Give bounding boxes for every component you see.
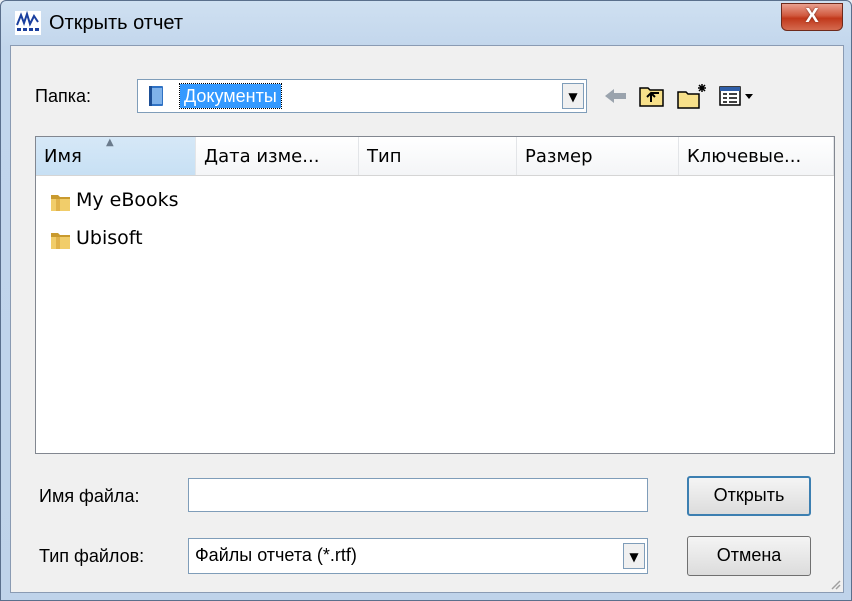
close-button[interactable]: X (781, 3, 843, 31)
cancel-button[interactable]: Отмена (687, 536, 811, 576)
documents-library-icon (149, 86, 163, 106)
list-item[interactable]: My eBooks (50, 185, 250, 219)
up-folder-icon[interactable] (637, 82, 667, 110)
title-bar[interactable]: Открыть отчет X (1, 1, 852, 45)
filename-input[interactable] (188, 478, 648, 512)
filename-label: Имя файла: (39, 486, 140, 506)
close-icon: X (805, 5, 819, 27)
chevron-down-icon: ▼ (568, 90, 578, 104)
filetype-dropdown-button[interactable]: ▼ (623, 543, 645, 569)
resize-grip-icon[interactable] (829, 578, 841, 590)
column-header-keywords[interactable]: Ключевые... (679, 137, 834, 175)
folder-icon (51, 195, 70, 211)
chevron-down-icon: ▼ (629, 550, 639, 564)
list-item-name: Ubisoft (76, 227, 143, 249)
column-header-name[interactable]: ▲ Имя (36, 137, 196, 175)
window-title: Открыть отчет (49, 12, 183, 34)
sort-ascending-icon: ▲ (106, 137, 114, 148)
folder-label: Папка: (35, 86, 91, 106)
dialog-window: Открыть отчет X Папка: Документы ▼ ▲ Имя… (0, 0, 852, 601)
back-icon[interactable] (601, 82, 631, 110)
filetype-label: Тип файлов: (39, 546, 145, 566)
list-item-name: My eBooks (76, 189, 179, 211)
view-menu-icon[interactable] (717, 82, 757, 110)
report-app-icon (15, 11, 41, 35)
list-item[interactable]: Ubisoft (50, 223, 250, 257)
dialog-client-area: Папка: Документы ▼ ▲ Имя Дата изме... Ти… (10, 45, 844, 593)
filetype-value: Файлы отчета (*.rtf) (195, 545, 357, 565)
current-folder-name: Документы (179, 83, 282, 109)
column-header-type[interactable]: Тип (359, 137, 517, 175)
file-list[interactable]: ▲ Имя Дата изме... Тип Размер Ключевые..… (35, 136, 835, 454)
column-header-date[interactable]: Дата изме... (196, 137, 359, 175)
column-header-size[interactable]: Размер (517, 137, 679, 175)
open-button[interactable]: Открыть (687, 476, 811, 516)
folder-dropdown-button[interactable]: ▼ (562, 83, 584, 109)
folder-combobox[interactable]: Документы ▼ (137, 79, 587, 113)
filetype-select[interactable]: Файлы отчета (*.rtf) ▼ (188, 538, 648, 574)
new-folder-icon[interactable] (675, 82, 709, 110)
filename-field[interactable] (189, 479, 647, 511)
folder-icon (51, 233, 70, 249)
header-divider (36, 175, 834, 176)
